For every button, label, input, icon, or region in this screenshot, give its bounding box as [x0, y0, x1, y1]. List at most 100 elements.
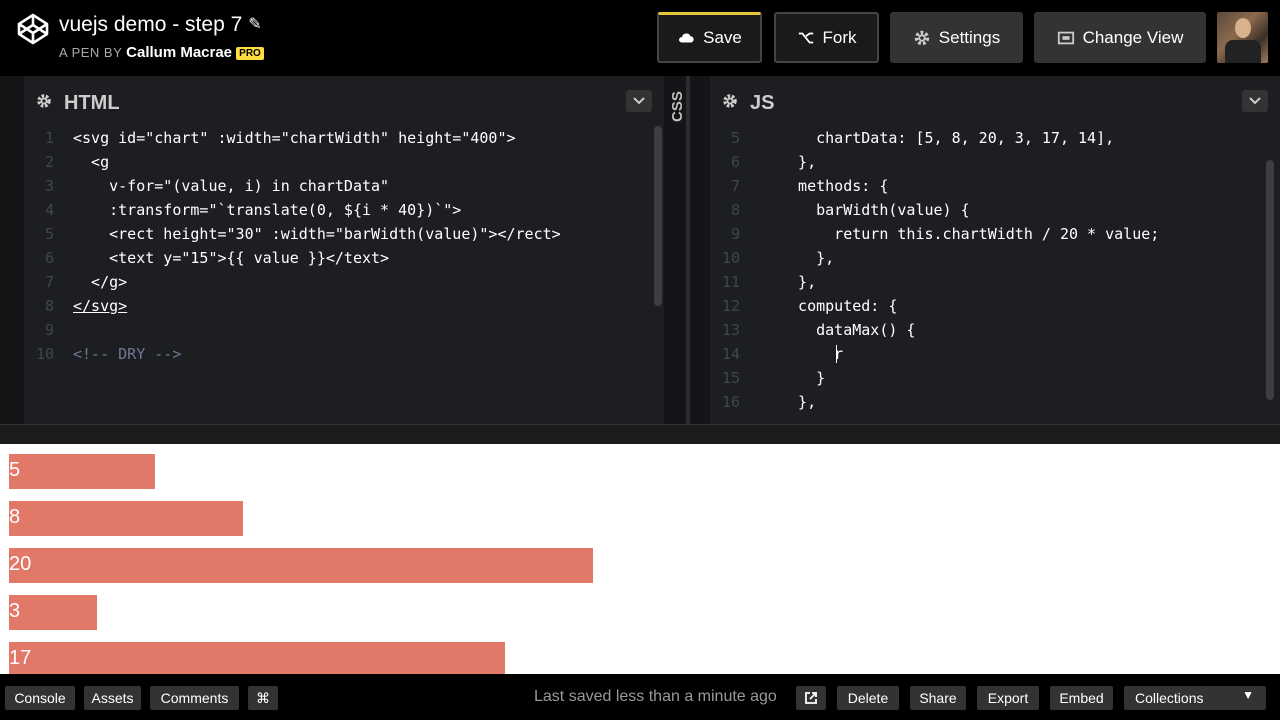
code-text: return this.chartWidth / 20 * value; — [780, 225, 1160, 243]
line-number: 15 — [721, 369, 740, 387]
settings-label: Settings — [938, 27, 1001, 47]
html-scrollbar[interactable] — [654, 126, 662, 306]
html-code-area[interactable]: 1 <svg id="chart" :width="chartWidth" hei… — [24, 126, 664, 424]
code-line: 4 :transform="`translate(0, ${i * 40})`"… — [24, 198, 664, 222]
keyboard-shortcuts-button[interactable]: ⌘ — [248, 686, 278, 710]
editors-area: HTML 1 <svg id="chart" :width="chartWidth… — [0, 76, 1280, 424]
code-line: 5 chartData: [5, 8, 20, 3, 17, 14], — [710, 126, 1280, 150]
fork-icon — [798, 32, 813, 43]
html-editor-pane: HTML 1 <svg id="chart" :width="chartWidth… — [24, 76, 664, 424]
save-status: Last saved less than a minute ago — [534, 688, 777, 705]
author-link[interactable]: Callum Macrae — [126, 44, 232, 61]
code-line: 7 </g> — [24, 270, 664, 294]
code-line: 9 — [24, 318, 664, 342]
line-number: 9 — [730, 225, 740, 243]
code-line: 16 }, — [710, 390, 1280, 414]
html-pane-header: HTML — [24, 82, 664, 124]
user-avatar[interactable] — [1217, 12, 1268, 63]
left-gutter-strip — [0, 76, 24, 424]
chart-bar — [9, 454, 155, 489]
pane-divider[interactable] — [686, 76, 690, 424]
line-number: 3 — [44, 177, 54, 195]
chart-bar-label: 17 — [9, 647, 32, 669]
gear-icon — [914, 30, 929, 45]
js-pane-menu-button[interactable] — [1242, 90, 1268, 112]
line-number: 6 — [730, 153, 740, 171]
code-line: 8 </svg> — [24, 294, 664, 318]
code-text: <!-- DRY --> — [73, 345, 182, 363]
code-text: methods: { — [780, 177, 889, 195]
change-view-button[interactable]: Change View — [1034, 12, 1206, 63]
html-settings-gear-icon[interactable] — [36, 93, 52, 109]
code-line: 13 dataMax() { — [710, 318, 1280, 342]
code-line: 6 }, — [710, 150, 1280, 174]
delete-button[interactable]: Delete — [837, 686, 899, 710]
js-scrollbar[interactable] — [1266, 160, 1274, 400]
settings-button[interactable]: Settings — [890, 12, 1023, 63]
save-button[interactable]: Save — [657, 12, 762, 63]
code-line: 9 return this.chartWidth / 20 * value; — [710, 222, 1280, 246]
code-text: </g> — [73, 273, 128, 291]
code-text: <text y="15">{{ value }}</text> — [73, 249, 390, 267]
export-button[interactable]: Export — [977, 686, 1039, 710]
line-number: 5 — [730, 129, 740, 147]
code-line: 5 <rect height="30" :width="barWidth(val… — [24, 222, 664, 246]
chart-bar-label: 5 — [9, 459, 21, 481]
pen-title[interactable]: vuejs demo - step 7 — [59, 13, 242, 36]
result-resize-bar[interactable] — [0, 424, 1280, 444]
js-pane-header: JS — [710, 82, 1280, 124]
external-link-icon — [805, 692, 817, 704]
code-text: <rect height="30" :width="barWidth(value… — [73, 225, 561, 243]
embed-button[interactable]: Embed — [1050, 686, 1113, 710]
console-button[interactable]: Console — [5, 686, 75, 710]
avatar-face — [1235, 18, 1251, 38]
code-line: 11 }, — [710, 270, 1280, 294]
layout-icon — [1057, 31, 1074, 44]
code-line: 2 <g — [24, 150, 664, 174]
code-text: r — [780, 345, 844, 363]
line-number: 11 — [721, 273, 740, 291]
line-number: 9 — [44, 321, 54, 339]
fork-button[interactable]: Fork — [774, 12, 879, 63]
avatar-body — [1225, 40, 1261, 63]
fork-label: Fork — [822, 27, 857, 47]
html-pane-menu-button[interactable] — [626, 90, 652, 112]
line-number: 10 — [35, 345, 54, 363]
js-settings-gear-icon[interactable] — [722, 93, 738, 109]
pencil-icon[interactable]: ✎ — [248, 14, 261, 34]
line-number: 16 — [721, 393, 740, 411]
result-preview: 582031714 — [0, 444, 1280, 674]
assets-button[interactable]: Assets — [84, 686, 141, 710]
code-line: 14 r — [710, 342, 1280, 366]
line-number: 7 — [44, 273, 54, 291]
code-line: 3 v-for="(value, i) in chartData" — [24, 174, 664, 198]
share-button[interactable]: Share — [910, 686, 966, 710]
codepen-logo-icon[interactable] — [16, 12, 50, 46]
cloud-icon — [679, 33, 694, 43]
code-line: 10 }, — [710, 246, 1280, 270]
text-cursor — [836, 345, 837, 363]
chart-bar-label: 20 — [9, 553, 32, 575]
line-number: 14 — [721, 345, 740, 363]
comments-button[interactable]: Comments — [150, 686, 239, 710]
code-text: computed: { — [780, 297, 898, 315]
bar-chart: 582031714 — [9, 454, 1209, 674]
css-pane-title[interactable]: CSS — [669, 90, 686, 122]
open-external-button[interactable] — [796, 686, 826, 710]
js-code-area[interactable]: 5 chartData: [5, 8, 20, 3, 17, 14], 6 },… — [710, 126, 1280, 424]
line-number: 4 — [44, 201, 54, 219]
code-text: <svg id="chart" :width="chartWidth" heig… — [73, 129, 516, 147]
code-text: <g — [73, 153, 110, 171]
chart-bar — [9, 501, 243, 536]
code-text: } — [780, 369, 826, 387]
chevron-down-icon — [1249, 97, 1261, 105]
js-editor-pane: JS 5 chartData: [5, 8, 20, 3, 17, 14], 6… — [710, 76, 1280, 424]
line-number: 10 — [721, 249, 740, 267]
chart-bar — [9, 595, 97, 630]
code-text: </svg> — [73, 297, 128, 315]
code-text: barWidth(value) { — [780, 201, 970, 219]
pro-badge: PRO — [236, 47, 264, 60]
chart-bar — [9, 642, 506, 674]
collections-dropdown[interactable]: Collections ▼ — [1124, 686, 1266, 710]
line-number: 6 — [44, 249, 54, 267]
